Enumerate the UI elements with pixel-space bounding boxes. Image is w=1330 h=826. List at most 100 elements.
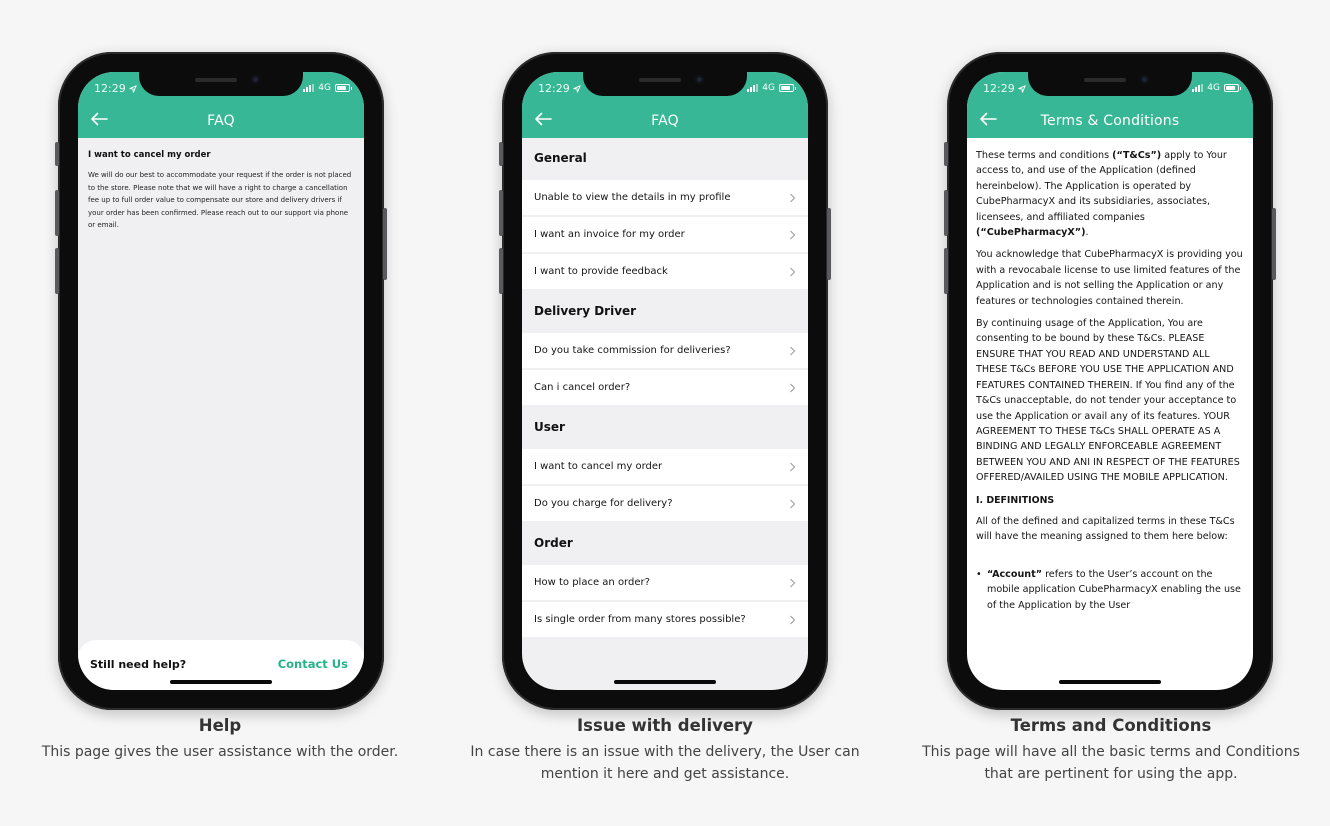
volume-up-button <box>499 190 503 236</box>
faq-item[interactable]: I want an invoice for my order <box>522 217 808 252</box>
network-label: 4G <box>1207 83 1220 93</box>
help-content: I want to cancel my order We will do our… <box>78 138 364 232</box>
chevron-right-icon <box>790 383 796 392</box>
caption-title: Issue with delivery <box>577 716 753 735</box>
power-button <box>827 208 831 280</box>
caption-title: Terms and Conditions <box>1010 716 1212 735</box>
definition-term: “Account” <box>987 568 1043 580</box>
battery-icon <box>779 84 796 92</box>
screen-faq: 12:29 4G FAQ General Unable to view the d… <box>522 72 808 690</box>
mute-switch <box>944 142 948 166</box>
phone-help: 12:29 4G FAQ I want to cancel my order W… <box>55 52 387 710</box>
notch <box>139 72 303 96</box>
status-right: 4G <box>747 83 796 93</box>
faq-section-header: Order <box>522 523 808 565</box>
status-time: 12:29 <box>94 82 137 95</box>
status-right: 4G <box>1192 83 1241 93</box>
screen-help: 12:29 4G FAQ I want to cancel my order W… <box>78 72 364 690</box>
terms-paragraph-4: All of the defined and capitalized terms… <box>976 515 1235 543</box>
chevron-right-icon <box>790 230 796 239</box>
faq-item-label: I want an invoice for my order <box>534 229 685 240</box>
status-time-text: 12:29 <box>94 82 126 95</box>
faq-item[interactable]: How to place an order? <box>522 565 808 600</box>
faq-item-label: Is single order from many stores possibl… <box>534 614 746 625</box>
phone-faq: 12:29 4G FAQ General Unable to view the d… <box>499 52 831 710</box>
notch <box>583 72 747 96</box>
volume-down-button <box>55 248 59 294</box>
signal-icon <box>747 84 759 92</box>
faq-item-label: I want to provide feedback <box>534 266 668 277</box>
page-title: FAQ <box>651 113 679 129</box>
faq-item[interactable]: Do you take commission for deliveries? <box>522 333 808 368</box>
status-right: 4G <box>303 83 352 93</box>
contact-us-link[interactable]: Contact Us <box>278 657 348 671</box>
mute-switch <box>499 142 503 166</box>
help-question: I want to cancel my order <box>88 150 211 160</box>
terms-content: These terms and conditions (“T&Cs”) appl… <box>967 138 1253 613</box>
camera <box>251 75 260 84</box>
chevron-right-icon <box>790 499 796 508</box>
faq-item[interactable]: Unable to view the details in my profile <box>522 180 808 215</box>
chevron-right-icon <box>790 615 796 624</box>
caption-title: Help <box>198 716 242 735</box>
faq-item[interactable]: Is single order from many stores possibl… <box>522 602 808 637</box>
faq-list: General Unable to view the details in my … <box>522 138 808 639</box>
power-button <box>383 208 387 280</box>
faq-item-label: Unable to view the details in my profile <box>534 192 731 203</box>
camera <box>1140 75 1149 84</box>
status-time: 12:29 <box>538 82 581 95</box>
chevron-right-icon <box>790 462 796 471</box>
definitions-heading: I. DEFINITIONS <box>976 494 1055 506</box>
chevron-right-icon <box>790 193 796 202</box>
network-label: 4G <box>762 83 775 93</box>
faq-item[interactable]: I want to cancel my order <box>522 449 808 484</box>
notch <box>1028 72 1192 96</box>
text-run: These terms and conditions <box>976 150 1113 161</box>
help-answer: We will do our best to accommodate your … <box>88 171 352 230</box>
text-run: . <box>1085 227 1089 239</box>
speaker <box>1084 78 1126 82</box>
volume-down-button <box>499 248 503 294</box>
page-title: FAQ <box>207 113 235 129</box>
chevron-right-icon <box>790 578 796 587</box>
status-time-text: 12:29 <box>983 82 1015 95</box>
faq-item-label: Do you charge for delivery? <box>534 498 673 509</box>
still-need-help-text: Still need help? <box>90 657 187 671</box>
caption-delivery: Issue with delivery In case there is an … <box>465 716 865 785</box>
camera <box>695 75 704 84</box>
signal-icon <box>1192 84 1204 92</box>
faq-item[interactable]: I want to provide feedback <box>522 254 808 289</box>
network-label: 4G <box>318 83 331 93</box>
faq-section-header: User <box>522 407 808 449</box>
company-term: (“CubePharmacyX”) <box>976 227 1086 239</box>
location-arrow-icon <box>573 84 581 93</box>
location-arrow-icon <box>129 84 137 93</box>
location-arrow-icon <box>1018 84 1026 93</box>
volume-up-button <box>944 190 948 236</box>
battery-icon <box>1224 84 1241 92</box>
screen-terms[interactable]: 12:29 4G Terms & Conditions These terms … <box>967 72 1253 690</box>
faq-section-header: General <box>522 138 808 180</box>
caption-help: Help This page gives the user assistance… <box>20 716 420 763</box>
power-button <box>1272 208 1276 280</box>
home-indicator <box>170 680 272 684</box>
caption-terms: Terms and Conditions This page will have… <box>910 716 1312 785</box>
status-time: 12:29 <box>983 82 1026 95</box>
volume-up-button <box>55 190 59 236</box>
chevron-right-icon <box>790 267 796 276</box>
tcs-term: (“T&Cs”) <box>1112 150 1162 161</box>
terms-paragraph-3: By continuing usage of the Application, … <box>976 318 1240 484</box>
faq-item[interactable]: Can i cancel order? <box>522 370 808 405</box>
caption-text: In case there is an issue with the deliv… <box>470 744 860 782</box>
faq-item-label: How to place an order? <box>534 577 650 588</box>
faq-item[interactable]: Do you charge for delivery? <box>522 486 808 521</box>
phone-frame: 12:29 4G FAQ General Unable to view the d… <box>499 52 831 710</box>
page-title: Terms & Conditions <box>1040 113 1180 129</box>
signal-icon <box>303 84 315 92</box>
faq-item-label: Do you take commission for deliveries? <box>534 345 731 356</box>
phone-frame: 12:29 4G Terms & Conditions These terms … <box>944 52 1276 710</box>
definition-item: “Account” refers to the User’s account o… <box>976 567 1244 613</box>
phone-terms: 12:29 4G Terms & Conditions These terms … <box>944 52 1276 710</box>
caption-text: This page gives the user assistance with… <box>41 744 399 760</box>
battery-icon <box>335 84 352 92</box>
